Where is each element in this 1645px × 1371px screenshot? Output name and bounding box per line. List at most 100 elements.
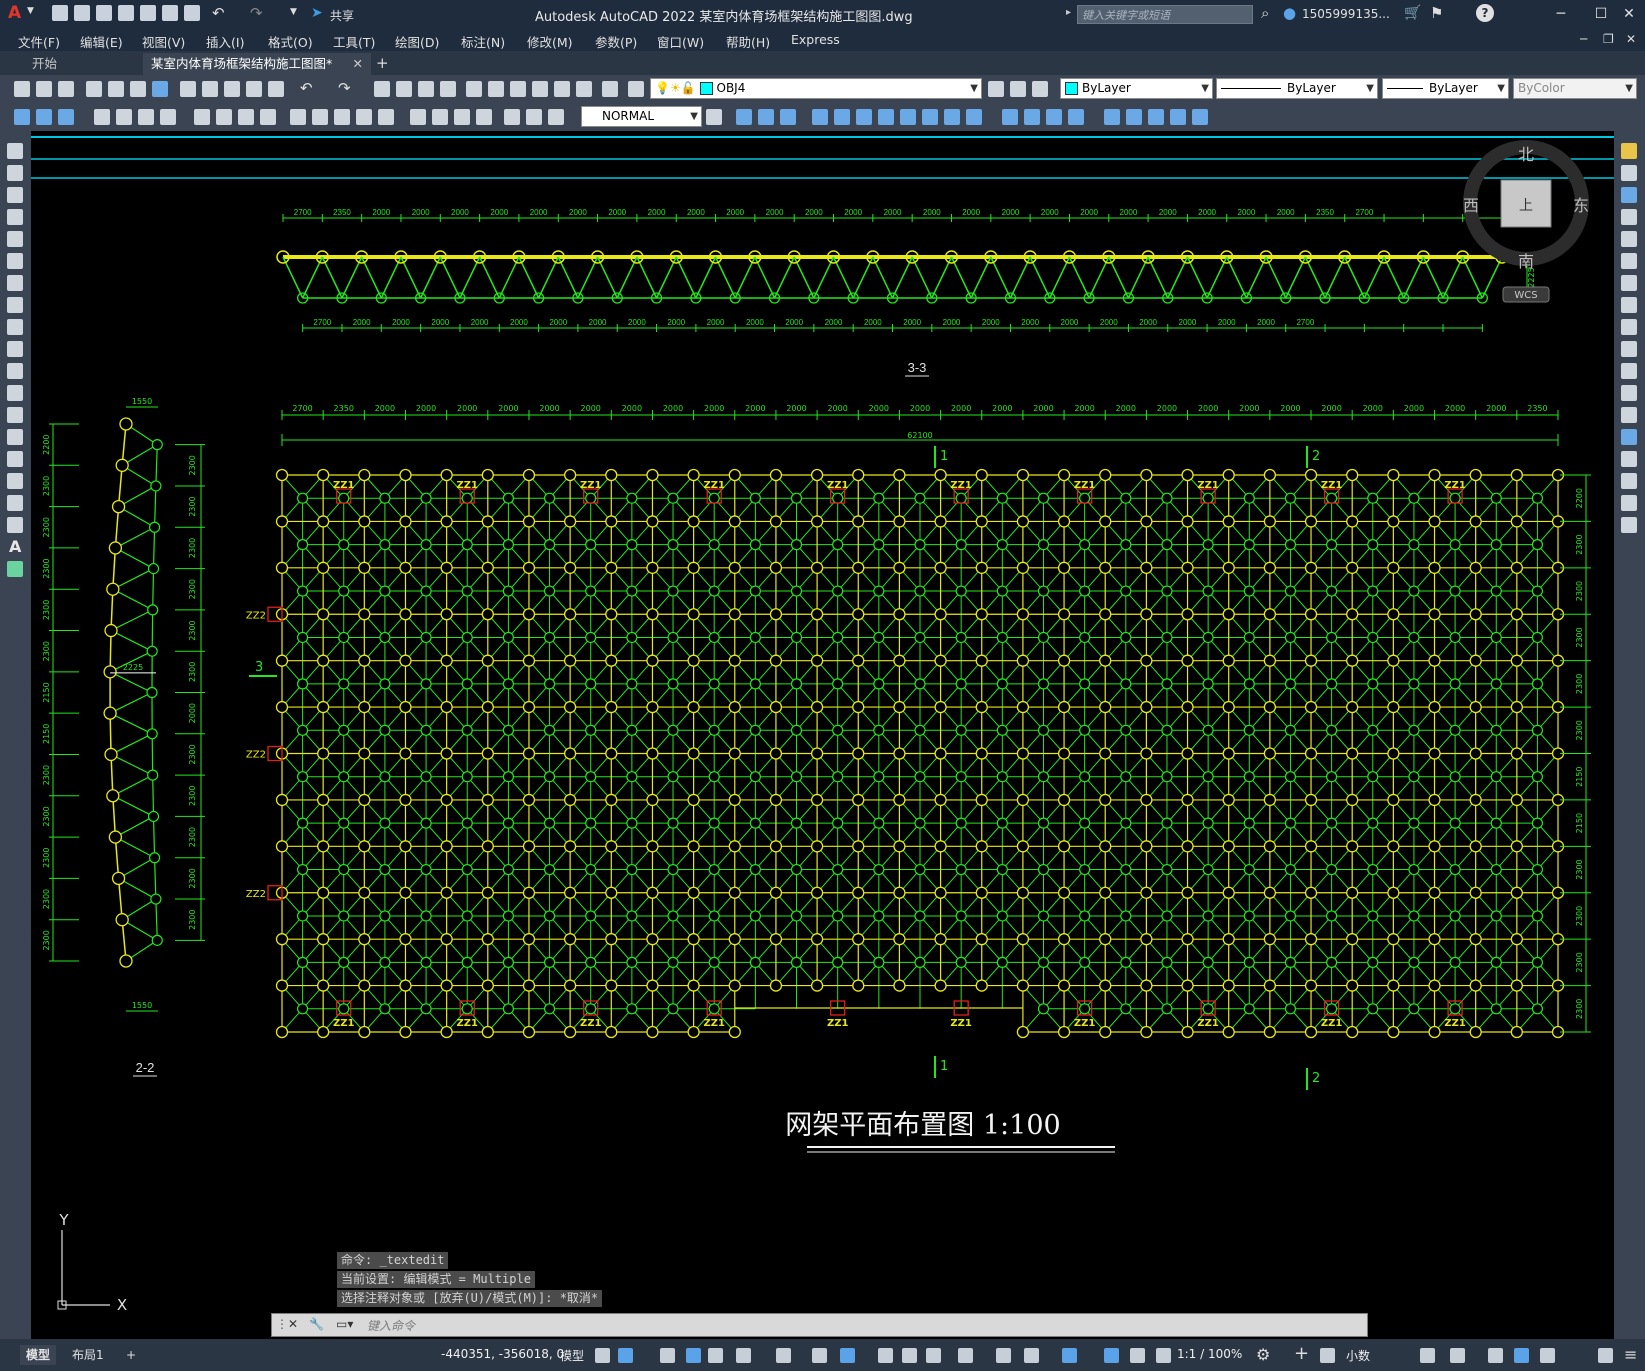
- upper-node[interactable]: [399, 561, 412, 574]
- lower-node[interactable]: [1120, 678, 1132, 690]
- lower-node[interactable]: [1531, 724, 1544, 736]
- lower-node[interactable]: [667, 910, 679, 922]
- lower-node[interactable]: [1490, 585, 1502, 597]
- lower-node[interactable]: [1202, 863, 1214, 876]
- upper-node[interactable]: [481, 840, 494, 853]
- lower-node[interactable]: [708, 492, 720, 504]
- lower-node[interactable]: [1243, 724, 1255, 736]
- lower-node[interactable]: [914, 492, 926, 504]
- upper-node[interactable]: [728, 747, 741, 760]
- upper-node[interactable]: [275, 654, 289, 667]
- upper-node[interactable]: [563, 561, 577, 574]
- upper-node[interactable]: [810, 654, 824, 667]
- upper-node[interactable]: [728, 840, 741, 853]
- upper-node[interactable]: [1099, 468, 1112, 482]
- drawing-canvas[interactable]: 2700 2350 2000 2000 2000 2000 2000 2000 2000 2000…: [31, 131, 1614, 1339]
- make-block-icon[interactable]: [7, 407, 23, 423]
- lower-node[interactable]: [1531, 585, 1544, 597]
- upper-node[interactable]: [646, 793, 659, 807]
- lower-node[interactable]: [1037, 492, 1050, 504]
- lower-node[interactable]: [667, 539, 679, 551]
- new-icon[interactable]: [14, 81, 30, 97]
- lower-node[interactable]: [626, 863, 638, 876]
- lower-node[interactable]: [1202, 771, 1214, 783]
- upper-node[interactable]: [852, 515, 865, 528]
- upper-node[interactable]: [1346, 886, 1359, 899]
- lower-node[interactable]: [667, 1003, 679, 1015]
- lower-node[interactable]: [1490, 631, 1502, 644]
- lower-node[interactable]: [1037, 910, 1050, 922]
- save-icon[interactable]: [96, 5, 112, 21]
- lower-node[interactable]: [708, 817, 720, 829]
- upper-node[interactable]: [605, 747, 618, 760]
- upper-node[interactable]: [1387, 561, 1400, 574]
- minimize-button[interactable]: ─: [1548, 4, 1574, 24]
- lower-node[interactable]: [1243, 539, 1255, 551]
- lower-node[interactable]: [626, 1003, 638, 1015]
- lower-node[interactable]: [1202, 539, 1214, 551]
- upper-node[interactable]: [481, 654, 494, 667]
- lower-node[interactable]: [585, 539, 597, 551]
- lower-node[interactable]: [543, 1003, 556, 1015]
- upper-node[interactable]: [1016, 515, 1030, 528]
- upper-node[interactable]: [358, 979, 371, 992]
- upper-node[interactable]: [1346, 515, 1359, 528]
- 3d-osnap-icon[interactable]: [958, 1348, 973, 1363]
- upper-node[interactable]: [1346, 468, 1359, 482]
- lower-node[interactable]: [708, 771, 720, 783]
- lower-node[interactable]: [1367, 539, 1379, 551]
- layer-states-icon[interactable]: [1032, 81, 1048, 97]
- upper-node[interactable]: [646, 561, 659, 574]
- lower-node[interactable]: [790, 539, 803, 551]
- lower-node[interactable]: [1079, 492, 1091, 504]
- upper-node[interactable]: [522, 1025, 536, 1039]
- lower-node[interactable]: [1326, 956, 1338, 968]
- lower-node[interactable]: [502, 585, 514, 597]
- open-icon[interactable]: [36, 81, 52, 97]
- lower-node[interactable]: [543, 771, 556, 783]
- lower-node[interactable]: [996, 631, 1008, 644]
- help-icon[interactable]: ?: [1476, 4, 1494, 22]
- upper-node[interactable]: [1304, 515, 1318, 528]
- upper-node[interactable]: [481, 747, 494, 760]
- lower-node[interactable]: [1531, 539, 1544, 551]
- top-node-22[interactable]: [106, 789, 120, 803]
- upper-node[interactable]: [934, 747, 947, 760]
- bottom-node-22[interactable]: [148, 521, 161, 533]
- upper-node[interactable]: [358, 1025, 371, 1039]
- lower-node[interactable]: [420, 863, 432, 876]
- lower-node[interactable]: [708, 585, 720, 597]
- lower-node[interactable]: [1120, 1003, 1132, 1015]
- upper-node[interactable]: [769, 933, 783, 946]
- join-side-icon[interactable]: [1621, 429, 1637, 445]
- top-node-22[interactable]: [108, 541, 123, 555]
- top-node-22[interactable]: [106, 582, 120, 596]
- lower-node[interactable]: [1531, 678, 1544, 690]
- lower-node[interactable]: [1490, 771, 1502, 783]
- upper-node[interactable]: [1510, 747, 1523, 760]
- lower-node[interactable]: [1408, 678, 1420, 690]
- upper-node[interactable]: [1181, 886, 1194, 899]
- lower-node[interactable]: [1367, 771, 1379, 783]
- lower-node[interactable]: [955, 492, 967, 504]
- lower-node[interactable]: [379, 724, 391, 736]
- share-button[interactable]: 共享: [330, 7, 354, 24]
- lower-node[interactable]: [1449, 492, 1461, 504]
- upper-node[interactable]: [1510, 561, 1523, 574]
- lower-node[interactable]: [1161, 631, 1173, 644]
- upper-node[interactable]: [810, 561, 824, 574]
- upper-node[interactable]: [1346, 933, 1359, 946]
- undo-toolbar-icon[interactable]: ↶: [300, 79, 313, 97]
- construction-line-icon[interactable]: [7, 165, 23, 181]
- dim-angular-icon[interactable]: [194, 109, 210, 125]
- lower-node[interactable]: [1079, 956, 1091, 968]
- lower-node[interactable]: [996, 817, 1008, 829]
- annotation-scale-icon[interactable]: [1156, 1348, 1171, 1363]
- lower-node[interactable]: [461, 956, 473, 968]
- upper-node[interactable]: [1510, 608, 1523, 621]
- lower-node[interactable]: [338, 817, 350, 829]
- lower-node[interactable]: [955, 631, 967, 644]
- lower-node[interactable]: [667, 585, 679, 597]
- upper-node[interactable]: [1057, 700, 1071, 714]
- lower-node[interactable]: [996, 724, 1008, 736]
